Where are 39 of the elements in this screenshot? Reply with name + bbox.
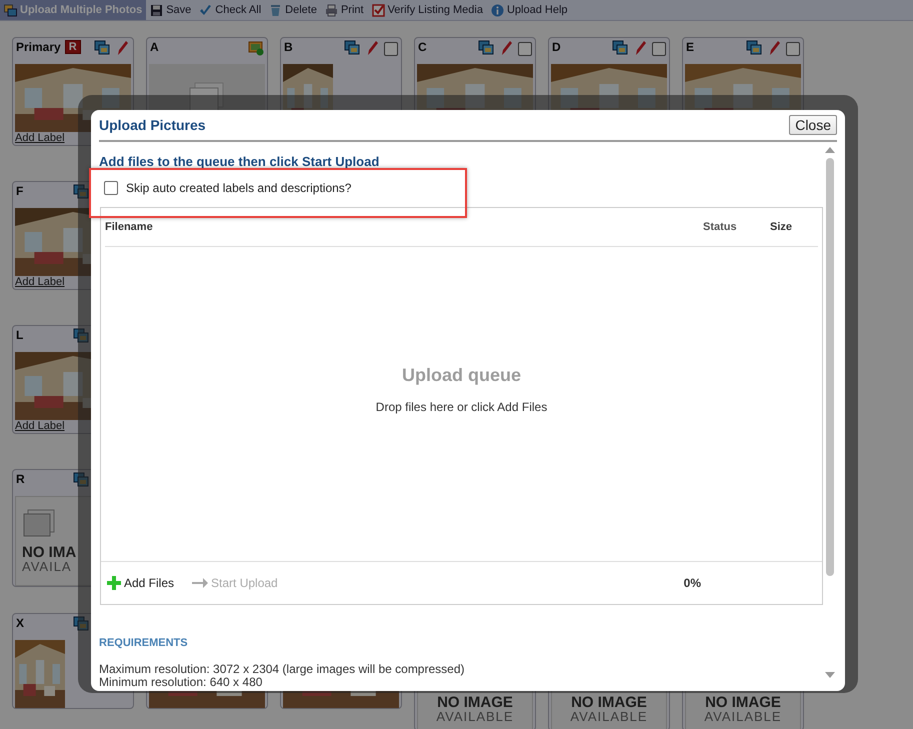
add-files-button[interactable]: Add Files <box>107 576 174 590</box>
column-header: Status <box>703 221 738 233</box>
toolbar-button[interactable]: Save <box>146 0 196 20</box>
card-label: D <box>552 40 561 54</box>
card-label: A <box>150 40 159 54</box>
available-text: AVAILABLE <box>570 710 648 723</box>
card-label: Primary <box>16 40 61 54</box>
card-label: L <box>16 328 24 342</box>
no-image-text: NO IMAGE <box>437 695 513 710</box>
dialog-title: Upload Pictures <box>99 117 206 133</box>
close-button[interactable]: Close <box>789 115 837 135</box>
badge: R <box>64 40 81 54</box>
card-label: C <box>418 40 427 54</box>
progress-text: 0% <box>684 576 701 590</box>
toolbar-button[interactable]: Upload Help <box>486 0 572 20</box>
column-header: Size <box>770 221 794 233</box>
card-label: F <box>16 184 24 198</box>
card-label: E <box>686 40 694 54</box>
card-label: X <box>16 616 24 630</box>
queue-title: Upload queue <box>402 364 521 386</box>
instruction-text: Add files to the queue then click Start Upload <box>99 154 380 169</box>
checkbox-label: Skip auto created labels and descriptions? <box>126 181 352 195</box>
requirement-text: Maximum resolution: 3072 x 2304 (large images will be compressed) <box>99 663 466 676</box>
card-label: R <box>16 472 25 486</box>
available-text: AVAILABLE <box>704 710 782 723</box>
available-text: AVAILABLE <box>436 710 514 723</box>
no-image-text: NO IMAGE <box>705 695 781 710</box>
available-text: AVAILA <box>22 560 72 573</box>
requirements-heading: REQUIREMENTS <box>99 637 189 649</box>
no-image-text: NO IMA <box>22 545 76 560</box>
column-header: Filename <box>105 221 154 233</box>
toolbar-button[interactable]: Check All <box>195 0 266 20</box>
queue-hint: Drop files here or click Add Files <box>376 400 548 414</box>
toolbar-button[interactable]: Delete <box>265 0 321 20</box>
toolbar-button[interactable]: Print <box>320 0 368 20</box>
requirement-text: Minimum resolution: 640 x 480 <box>99 676 264 689</box>
no-image-text: NO IMAGE <box>571 695 647 710</box>
card-label: B <box>284 40 293 54</box>
toolbar-button[interactable]: Verify Listing Media <box>368 0 487 20</box>
